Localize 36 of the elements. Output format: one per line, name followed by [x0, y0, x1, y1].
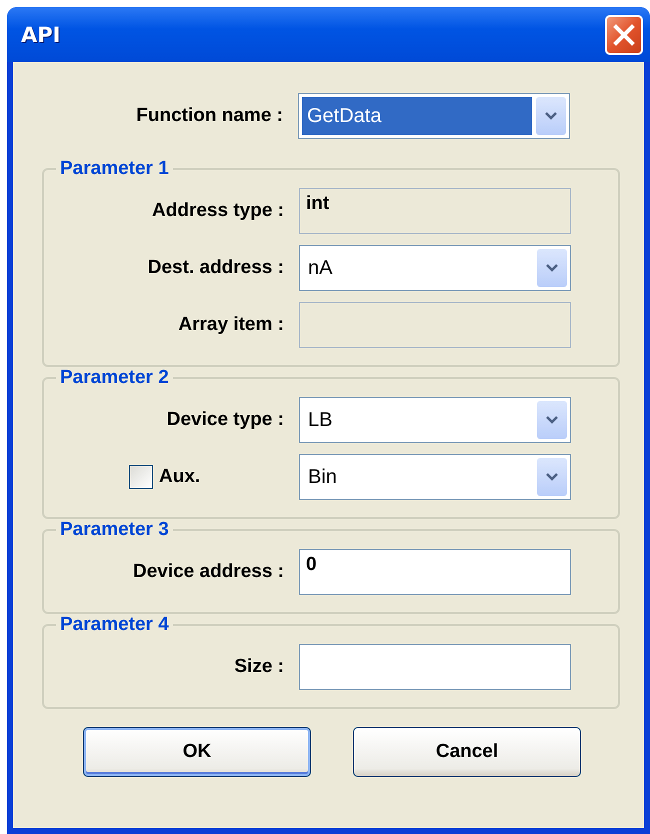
group-title: Parameter 1 — [59, 158, 170, 180]
function-name-dropdown[interactable]: GetData — [298, 93, 570, 139]
input-field[interactable] — [299, 644, 571, 690]
dropdown[interactable]: LB — [299, 397, 571, 443]
chevron-down-icon — [545, 263, 559, 273]
field-label: Dest. address : — [146, 257, 285, 279]
dropdown-value: LB — [307, 408, 334, 432]
dropdown[interactable]: nA — [299, 245, 571, 291]
chevron-down-icon — [544, 111, 558, 121]
dialog-button[interactable]: OK — [83, 727, 311, 777]
field-label: Size : — [233, 656, 285, 678]
dialog-button[interactable]: Cancel — [353, 727, 581, 777]
field-label: Device type : — [166, 409, 285, 431]
dropdown-arrow-button[interactable] — [537, 401, 567, 439]
group-title: Parameter 4 — [59, 614, 170, 636]
dropdown-value: GetData — [302, 97, 532, 135]
dropdown[interactable]: Bin — [299, 454, 571, 500]
field-label: Function name : — [135, 105, 284, 127]
field-label: Array item : — [177, 314, 285, 336]
dropdown-value: Bin — [307, 464, 338, 490]
window-title: API — [21, 22, 60, 46]
field-label: Device address : — [132, 561, 285, 583]
group-title: Parameter 3 — [59, 519, 170, 541]
checkbox[interactable] — [129, 465, 153, 489]
chevron-down-icon — [545, 415, 559, 425]
group-title: Parameter 2 — [59, 367, 170, 389]
dropdown-arrow-button[interactable] — [537, 249, 567, 287]
dropdown-arrow-button[interactable] — [536, 97, 566, 135]
input-field[interactable]: 0 — [299, 549, 571, 595]
chevron-down-icon — [545, 472, 559, 482]
close-button[interactable] — [605, 14, 643, 54]
checkbox-label: Aux. — [159, 466, 200, 488]
close-icon — [613, 24, 635, 46]
dropdown-value: nA — [307, 256, 334, 280]
field-label: Address type : — [151, 200, 285, 222]
dropdown-arrow-button[interactable] — [537, 458, 567, 496]
